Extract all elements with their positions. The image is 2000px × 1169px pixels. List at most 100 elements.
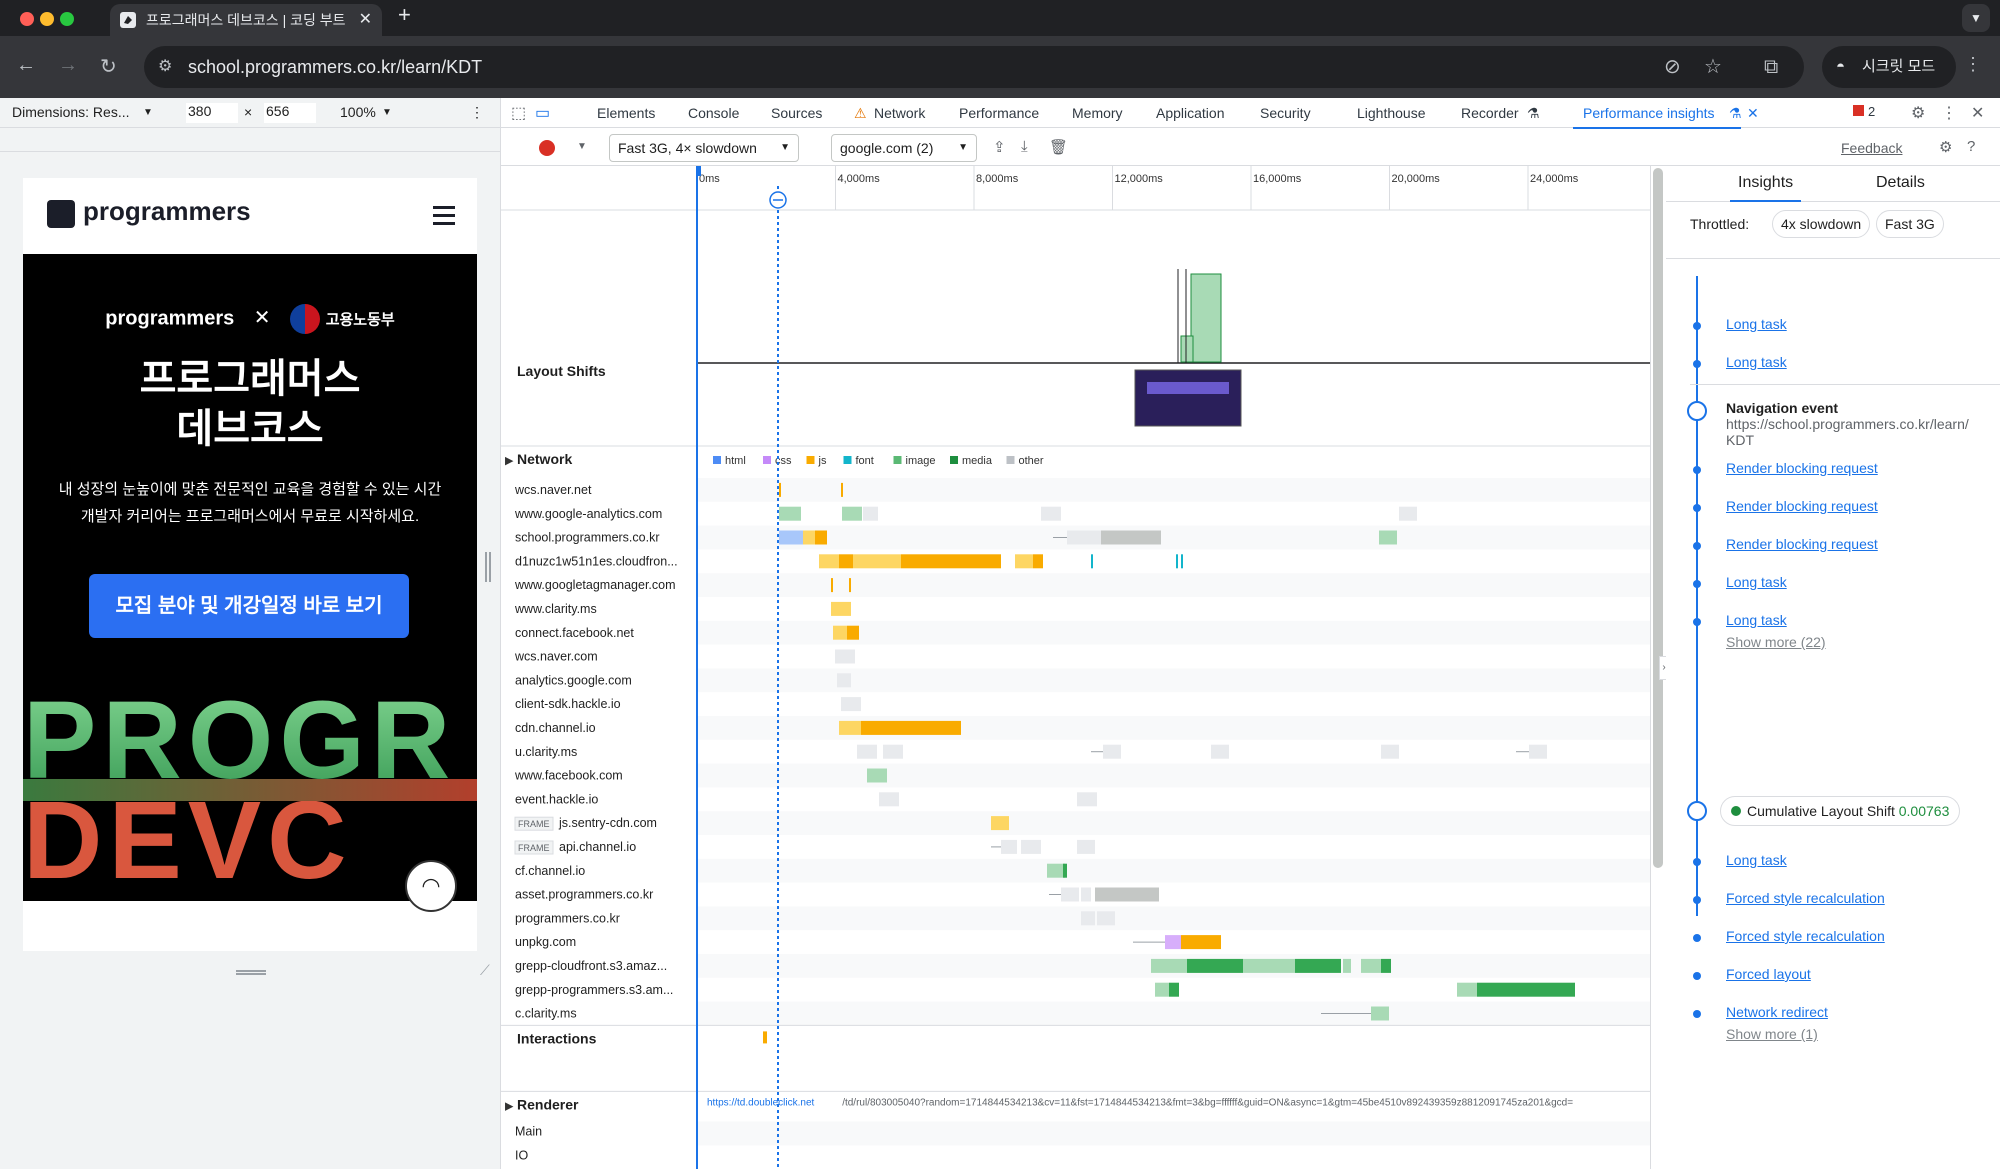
- insight-forced-style[interactable]: Forced style recalculation: [1726, 928, 1885, 944]
- insight-forced-layout[interactable]: Forced layout: [1726, 966, 1811, 982]
- show-more-link[interactable]: Show more (22): [1726, 634, 1826, 650]
- network-request-bar: [1041, 506, 1061, 521]
- tab-security[interactable]: Security: [1260, 105, 1311, 121]
- insight-long-task[interactable]: Long task: [1726, 316, 1787, 332]
- show-more-link[interactable]: Show more (1): [1726, 1026, 1818, 1042]
- tab-elements[interactable]: Elements: [597, 105, 655, 121]
- settings-gear-icon[interactable]: ⚙: [1911, 103, 1925, 123]
- network-request-bar: [839, 554, 853, 569]
- help-icon[interactable]: ?: [1967, 138, 1975, 155]
- incognito-indicator[interactable]: ◓ 시크릿 모드: [1822, 46, 1956, 88]
- record-button[interactable]: [539, 140, 555, 156]
- browser-tab[interactable]: 프로그래머스 데브코스 | 코딩 부트 ✕: [110, 4, 382, 36]
- browser-menu-icon[interactable]: ⋮: [1964, 54, 1982, 75]
- address-bar[interactable]: ⚙ school.programmers.co.kr/learn/KDT ⊘ ☆…: [144, 46, 1804, 88]
- schedule-cta-button[interactable]: 모집 분야 및 개강일정 바로 보기: [89, 574, 409, 638]
- insight-dot: [1693, 972, 1701, 980]
- network-host-label: grepp-programmers.s3.am...: [515, 983, 673, 997]
- network-request-bar: [815, 530, 827, 545]
- close-window-button[interactable]: [20, 12, 34, 26]
- programmers-logo-icon[interactable]: [47, 200, 75, 228]
- devtools-menu-icon[interactable]: ⋮: [1941, 103, 1957, 123]
- device-menu-icon[interactable]: ⋮: [470, 104, 484, 121]
- timeline-scrollbar[interactable]: [1653, 168, 1663, 868]
- reload-icon[interactable]: ↻: [100, 54, 117, 79]
- tab-sources[interactable]: Sources: [771, 105, 822, 121]
- hamburger-menu-icon[interactable]: [433, 206, 455, 230]
- network-request-bar: [1211, 744, 1229, 759]
- inspect-element-icon[interactable]: ⬚: [511, 103, 526, 123]
- tab-network[interactable]: Network: [874, 105, 925, 121]
- forward-icon[interactable]: →: [58, 54, 78, 77]
- insight-render-blocking[interactable]: Render blocking request: [1726, 498, 1878, 514]
- insight-long-task[interactable]: Long task: [1726, 354, 1787, 370]
- tab-application[interactable]: Application: [1156, 105, 1225, 121]
- site-info-icon[interactable]: ⚙: [158, 46, 172, 88]
- resize-corner-icon[interactable]: ⟋: [480, 962, 490, 979]
- zoom-select[interactable]: 100%: [340, 104, 376, 120]
- timeline-svg: 0ms 4,000ms 8,000ms 12,000ms 16,000ms 20,000m…: [501, 166, 1650, 1169]
- time-tick-label: 4,000ms: [838, 173, 881, 185]
- tab-recorder[interactable]: Recorder: [1461, 105, 1519, 121]
- tab-insights[interactable]: Insights: [1729, 174, 1802, 202]
- maximize-window-button[interactable]: [60, 12, 74, 26]
- chat-mascot-icon[interactable]: ◠: [405, 860, 457, 912]
- device-toggle-icon[interactable]: ▭: [535, 103, 550, 123]
- tab-lighthouse[interactable]: Lighthouse: [1357, 105, 1426, 121]
- throttled-label: Throttled:: [1690, 216, 1750, 232]
- tab-details[interactable]: Details: [1876, 174, 1925, 192]
- network-request-bar: [847, 625, 859, 640]
- tab-performance-insights[interactable]: Performance insights: [1573, 105, 1740, 129]
- tab-console[interactable]: Console: [688, 105, 739, 121]
- upload-icon[interactable]: ⇪: [993, 138, 1006, 156]
- tab-memory[interactable]: Memory: [1072, 105, 1123, 121]
- panel-splitter[interactable]: [485, 552, 491, 582]
- device-resize-handle[interactable]: [236, 970, 266, 975]
- download-icon[interactable]: ⤓: [1021, 138, 1028, 155]
- error-counter[interactable]: 2: [1853, 104, 1875, 119]
- page-select[interactable]: google.com (2) ▼: [831, 134, 977, 162]
- network-request-bar: [883, 744, 903, 759]
- bookmark-star-icon[interactable]: ☆: [1704, 46, 1722, 88]
- back-icon[interactable]: ←: [16, 54, 36, 77]
- eye-off-icon[interactable]: ⊘: [1664, 46, 1681, 88]
- hero-title-line-2: 데브코스: [176, 407, 324, 451]
- network-host-label: event.hackle.io: [515, 792, 598, 806]
- insight-render-blocking[interactable]: Render blocking request: [1726, 536, 1878, 552]
- insight-render-blocking[interactable]: Render blocking request: [1726, 460, 1878, 476]
- insight-long-task[interactable]: Long task: [1726, 612, 1787, 628]
- devtools-tab-bar: ⬚ ▭ Elements Console Sources ⚠ Network P…: [501, 98, 2000, 129]
- delete-icon[interactable]: 🗑: [1049, 138, 1068, 156]
- zoom-chevron-icon[interactable]: ▼: [382, 107, 392, 118]
- new-tab-button[interactable]: +: [398, 2, 411, 28]
- capture-settings-icon[interactable]: ⚙: [1939, 138, 1952, 156]
- record-options-chevron-icon[interactable]: ▼: [577, 141, 587, 152]
- network-request-bar: [1169, 982, 1179, 997]
- minimize-window-button[interactable]: [40, 12, 54, 26]
- width-input[interactable]: 380: [186, 103, 238, 123]
- insight-long-task[interactable]: Long task: [1726, 574, 1787, 590]
- site-header: programmers: [23, 178, 477, 254]
- tab-performance[interactable]: Performance: [959, 105, 1039, 121]
- dimensions-select[interactable]: Dimensions: Res...: [12, 104, 129, 120]
- insights-timeline[interactable]: 0ms 4,000ms 8,000ms 12,000ms 16,000ms 20,000m…: [501, 166, 1651, 1169]
- network-host-label: cf.channel.io: [515, 864, 585, 878]
- close-devtools-icon[interactable]: ✕: [1971, 103, 1984, 123]
- tab-search-chevron-icon[interactable]: ▼: [1962, 4, 1990, 32]
- dimensions-chevron-icon[interactable]: ▼: [143, 107, 153, 118]
- throttle-select[interactable]: Fast 3G, 4× slowdown ▼: [609, 134, 799, 162]
- network-request-bar: [1381, 958, 1391, 973]
- extensions-icon[interactable]: ⧉: [1764, 46, 1778, 88]
- close-tab-icon[interactable]: ✕: [1747, 105, 1759, 122]
- insight-network-redirect[interactable]: Network redirect: [1726, 1004, 1828, 1020]
- insight-long-task[interactable]: Long task: [1726, 852, 1787, 868]
- insight-dot: [1693, 618, 1701, 626]
- cls-chip[interactable]: Cumulative Layout Shift 0.00763: [1720, 796, 1961, 826]
- incognito-icon: ◓: [1836, 58, 1846, 75]
- media-query-ruler[interactable]: [0, 128, 500, 152]
- height-input[interactable]: 656: [264, 103, 316, 123]
- insight-forced-style[interactable]: Forced style recalculation: [1726, 890, 1885, 906]
- feedback-link[interactable]: Feedback: [1841, 140, 1902, 156]
- site-logo-text[interactable]: programmers: [83, 196, 251, 227]
- tab-close-icon[interactable]: ✕: [359, 4, 372, 36]
